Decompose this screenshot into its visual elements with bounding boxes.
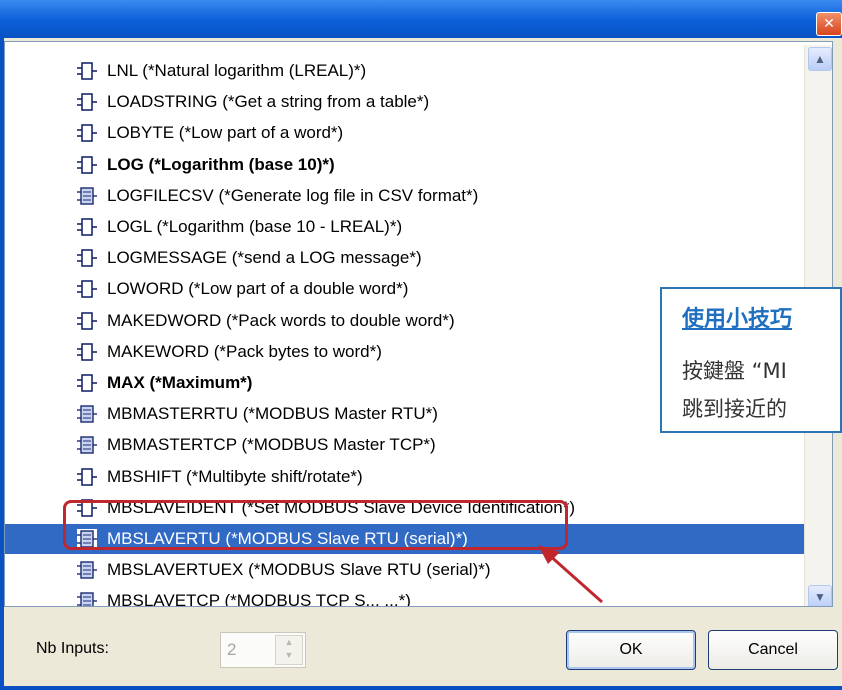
list-item[interactable]: MBSLAVERTUEX (*MODBUS Slave RTU (serial)… [5,555,805,585]
scroll-up-button[interactable]: ▲ [808,47,832,71]
list-item[interactable]: MBSLAVETCP (*MODBUS TCP S... ...*) [5,586,805,607]
list-item[interactable]: LOGFILECSV (*Generate log file in CSV fo… [5,181,805,211]
function-block-icon [77,467,97,487]
list-item-label: LNL (*Natural logarithm (LREAL)*) [107,61,367,80]
list-item-label: MAX (*Maximum*) [107,373,253,392]
tip-line-1: 按鍵盤 “MI [682,359,787,383]
chevron-up-icon: ▲ [814,52,826,66]
list-item[interactable]: MBSHIFT (*Multibyte shift/rotate*) [5,462,805,492]
list-item-label: MAKEDWORD (*Pack words to double word*) [107,310,455,330]
function-block-icon [77,342,97,362]
list-item-label: LOGFILECSV (*Generate log file in CSV fo… [107,185,479,205]
list-item-label: MBSLAVETCP (*MODBUS TCP S... ...*) [107,591,411,607]
list-item-label: MAKEWORD (*Pack bytes to word*) [107,341,382,361]
module-block-icon [77,560,97,580]
module-block-icon [77,435,97,455]
function-block-icon [77,155,97,175]
nb-inputs-value: 2 [227,640,237,659]
close-button[interactable]: ✕ [816,12,842,36]
list-item[interactable]: MBMASTERTCP (*MODBUS Master TCP*) [5,430,805,460]
function-block-icon [77,311,97,331]
tip-callout: 使用小技巧 按鍵盤 “MI 跳到接近的 [660,287,842,433]
list-item[interactable]: LOADSTRING (*Get a string from a table*) [5,87,805,117]
list-item-label: LOADSTRING (*Get a string from a table*) [107,92,430,112]
tip-line-2: 跳到接近的 [682,397,787,421]
list-item-label: LOWORD (*Low part of a double word*) [107,279,409,299]
list-item-label: MBSHIFT (*Multibyte shift/rotate*) [107,466,363,486]
chevron-down-icon: ▼ [814,590,826,604]
scroll-down-button[interactable]: ▼ [808,585,832,606]
module-block-icon [77,186,97,206]
list-item-label: LOBYTE (*Low part of a word*) [107,123,344,143]
pointer-arrow-icon [538,545,603,604]
title-bar: ✕ [0,0,842,38]
nb-inputs-label: Nb Inputs: [36,640,109,657]
function-block-icon [77,217,97,237]
function-block-icon [77,123,97,143]
list-item[interactable]: LOG (*Logarithm (base 10)*) [5,150,805,180]
selection-highlight-box [63,500,568,550]
list-item-label: MBMASTERRTU (*MODBUS Master RTU*) [107,404,438,424]
list-item-label: LOGMESSAGE (*send a LOG message*) [107,248,422,268]
function-block-icon [77,61,97,81]
stepper-arrows-icon[interactable]: ▲ ▼ [275,635,303,665]
close-icon: ✕ [823,16,835,32]
ok-button[interactable]: OK [566,630,696,670]
tip-title: 使用小技巧 [682,307,793,332]
list-item-label: LOG (*Logarithm (base 10)*) [107,154,335,174]
function-block-icon [77,373,97,393]
list-item[interactable]: LOBYTE (*Low part of a word*) [5,118,805,148]
list-item-label: MBMASTERTCP (*MODBUS Master TCP*) [107,435,436,455]
function-block-icon [77,248,97,268]
list-item[interactable]: LNL (*Natural logarithm (LREAL)*) [5,56,805,86]
list-item[interactable]: LOGL (*Logarithm (base 10 - LREAL)*) [5,212,805,242]
module-block-icon [77,404,97,424]
module-block-icon [77,591,97,606]
function-block-icon [77,279,97,299]
nb-inputs-stepper[interactable]: 2 ▲ ▼ [220,632,306,668]
list-item[interactable]: LOGMESSAGE (*send a LOG message*) [5,243,805,273]
function-block-icon [77,92,97,112]
cancel-button[interactable]: Cancel [708,630,838,670]
list-item-label: LOGL (*Logarithm (base 10 - LREAL)*) [107,217,403,236]
list-item-label: MBSLAVERTUEX (*MODBUS Slave RTU (serial)… [107,560,491,580]
